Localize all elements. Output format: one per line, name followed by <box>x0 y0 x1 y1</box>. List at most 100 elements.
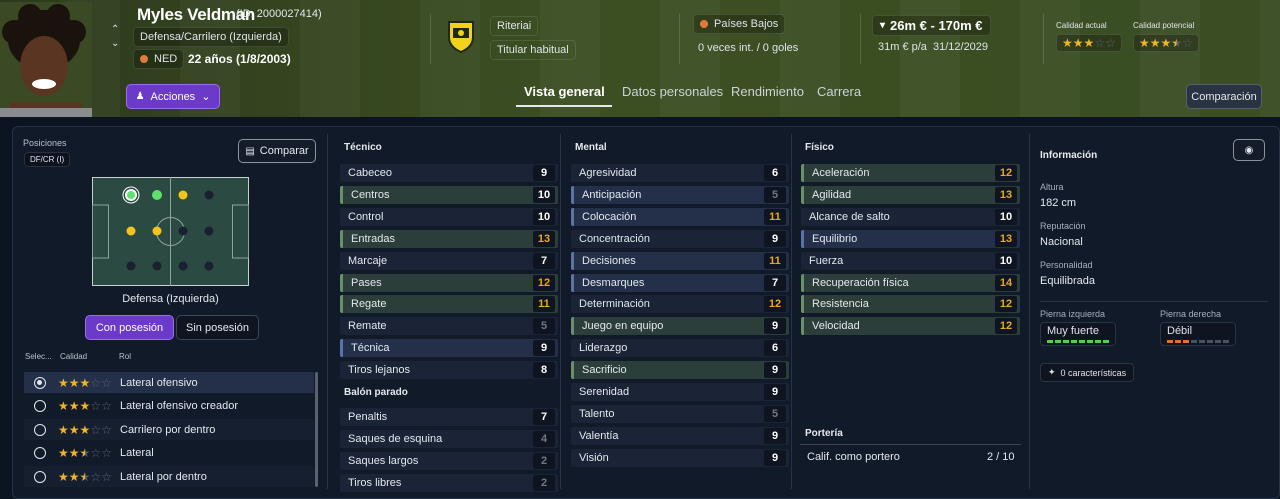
attribute-row[interactable]: Resistencia 12 <box>801 295 1020 314</box>
attribute-row[interactable]: Recuperación física 14 <box>801 273 1020 292</box>
attribute-row[interactable]: Serenidad 9 <box>571 383 789 401</box>
physical-title: Físico <box>805 142 834 153</box>
position-pitch[interactable] <box>92 177 249 286</box>
comparison-button[interactable]: Comparación <box>1186 84 1262 109</box>
attribute-row[interactable]: Tiros lejanos 8 <box>340 361 558 380</box>
attribute-row[interactable]: Pases 12 <box>340 273 558 292</box>
attribute-row[interactable]: Aceleración 12 <box>801 164 1020 182</box>
role-list-scrollbar[interactable] <box>315 372 318 487</box>
role-stars: ★★★☆☆ <box>58 446 112 460</box>
attribute-value: 6 <box>764 340 786 357</box>
role-row[interactable]: ★★★☆☆ Lateral ofensivo creador <box>24 396 314 417</box>
attribute-value: 5 <box>533 318 555 335</box>
tab-personal-data[interactable]: Datos personales <box>622 84 723 99</box>
attribute-row[interactable]: Determinación 12 <box>571 295 789 314</box>
attribute-row[interactable]: Tiros libres 2 <box>340 473 558 492</box>
role-radio[interactable] <box>34 376 46 389</box>
role-radio[interactable] <box>34 400 46 412</box>
compare-button[interactable]: ▤ Comparar <box>238 139 316 163</box>
attribute-row[interactable]: Colocación 11 <box>571 207 789 226</box>
attribute-value: 5 <box>764 186 786 203</box>
attribute-row[interactable]: Técnica 9 <box>340 339 558 358</box>
personality-value: Equilibrada <box>1040 275 1096 287</box>
role-radio[interactable] <box>34 447 46 459</box>
attribute-name: Agilidad <box>812 188 852 201</box>
tab-performance[interactable]: Rendimiento <box>731 84 804 99</box>
pitch-role-label: Defensa (Izquierda) <box>122 293 219 305</box>
attribute-name: Visión <box>579 451 609 464</box>
attribute-row[interactable]: Marcaje 7 <box>340 251 558 270</box>
attribute-name: Alcance de salto <box>809 210 890 223</box>
attribute-name: Fuerza <box>809 254 844 267</box>
attribute-name: Velocidad <box>812 320 860 333</box>
player-id: (ID: 2000027414) <box>236 8 322 20</box>
attribute-row[interactable]: Fuerza 10 <box>801 251 1020 270</box>
attribute-row[interactable]: Concentración 9 <box>571 229 789 248</box>
attribute-row[interactable]: Equilibrio 13 <box>801 229 1020 248</box>
attribute-value: 9 <box>533 165 555 181</box>
divider <box>327 134 328 489</box>
attribute-row[interactable]: Talento 5 <box>571 404 789 423</box>
attribute-row[interactable]: Centros 10 <box>340 185 558 204</box>
tab-overview[interactable]: Vista general <box>524 84 605 99</box>
set-pieces-title: Balón parado <box>344 387 408 398</box>
player-age: 22 años (1/8/2003) <box>188 52 291 66</box>
attribute-value: 10 <box>995 252 1017 269</box>
attribute-row[interactable]: Alcance de salto 10 <box>801 207 1020 226</box>
attribute-row[interactable]: Decisiones 11 <box>571 251 789 270</box>
attribute-value: 12 <box>764 296 786 313</box>
attribute-row[interactable]: Entradas 13 <box>340 229 558 248</box>
role-row[interactable]: ★★★☆☆ Lateral <box>24 443 314 464</box>
club-name[interactable]: Riteriai <box>490 16 539 36</box>
attribute-row[interactable]: Penaltis 7 <box>340 408 558 426</box>
attribute-row[interactable]: Velocidad 12 <box>801 317 1020 336</box>
nation-badge[interactable]: Países Bajos <box>693 14 786 34</box>
divider <box>430 14 431 64</box>
attribute-value: 7 <box>533 409 555 425</box>
left-foot-label: Pierna izquierda <box>1040 309 1106 319</box>
club-crest-icon[interactable] <box>446 19 476 54</box>
role-radio[interactable] <box>34 423 46 436</box>
attribute-value: 12 <box>995 318 1017 335</box>
next-player-icon[interactable]: ⌄ <box>111 38 119 49</box>
divider <box>800 444 1021 445</box>
role-row[interactable]: ★★★☆☆ Lateral por dentro <box>24 466 314 487</box>
attribute-name: Marcaje <box>348 254 388 267</box>
attribute-row[interactable]: Liderazgo 6 <box>571 339 789 358</box>
current-ability-stars: ★★★☆☆ <box>1056 34 1122 52</box>
attribute-row[interactable]: Regate 11 <box>340 295 558 314</box>
tab-career[interactable]: Carrera <box>817 84 861 99</box>
attribute-row[interactable]: Juego en equipo 9 <box>571 317 789 336</box>
attribute-value: 11 <box>764 208 786 225</box>
role-row[interactable]: ★★★☆☆ Carrilero por dentro <box>24 419 314 440</box>
attribute-row[interactable]: Anticipación 5 <box>571 185 789 204</box>
attribute-row[interactable]: Saques de esquina 4 <box>340 429 558 448</box>
attribute-name: Anticipación <box>582 188 642 201</box>
attribute-row[interactable]: Control 10 <box>340 207 558 226</box>
attribute-row[interactable]: Agresividad 6 <box>571 164 789 182</box>
attribute-row[interactable]: Saques largos 2 <box>340 451 558 470</box>
role-name: Lateral por dentro <box>120 470 207 483</box>
attribute-row[interactable]: Visión 9 <box>571 448 789 467</box>
actions-button[interactable]: ♟ Acciones ⌄ <box>126 84 220 109</box>
compare-label: Comparar <box>259 145 309 157</box>
previous-player-icon[interactable]: ⌃ <box>111 24 119 35</box>
attribute-row[interactable]: Desmarques 7 <box>571 273 789 292</box>
attribute-row[interactable]: Valentía 9 <box>571 426 789 445</box>
attribute-row[interactable]: Cabeceo 9 <box>340 164 558 182</box>
attribute-row[interactable]: Agilidad 13 <box>801 185 1020 204</box>
out-of-possession-toggle[interactable]: Sin posesión <box>176 315 259 340</box>
attribute-row[interactable]: Remate 5 <box>340 317 558 336</box>
person-settings-icon[interactable]: ◉ <box>1233 139 1265 161</box>
in-possession-toggle[interactable]: Con posesión <box>85 315 174 340</box>
attribute-value: 5 <box>764 405 786 422</box>
role-row[interactable]: ★★★☆☆ Lateral ofensivo <box>24 372 314 393</box>
attribute-row[interactable]: Sacrificio 9 <box>571 361 789 380</box>
attribute-value: 7 <box>533 252 555 269</box>
attribute-name: Concentración <box>579 232 650 245</box>
role-radio[interactable] <box>34 470 46 483</box>
attribute-value: 10 <box>533 208 555 225</box>
position-label: Defensa/Carrilero (Izquierda) <box>133 27 289 47</box>
star-rating: ★★★★☆ <box>1139 36 1193 50</box>
traits-button[interactable]: ✦ 0 características <box>1040 363 1135 382</box>
